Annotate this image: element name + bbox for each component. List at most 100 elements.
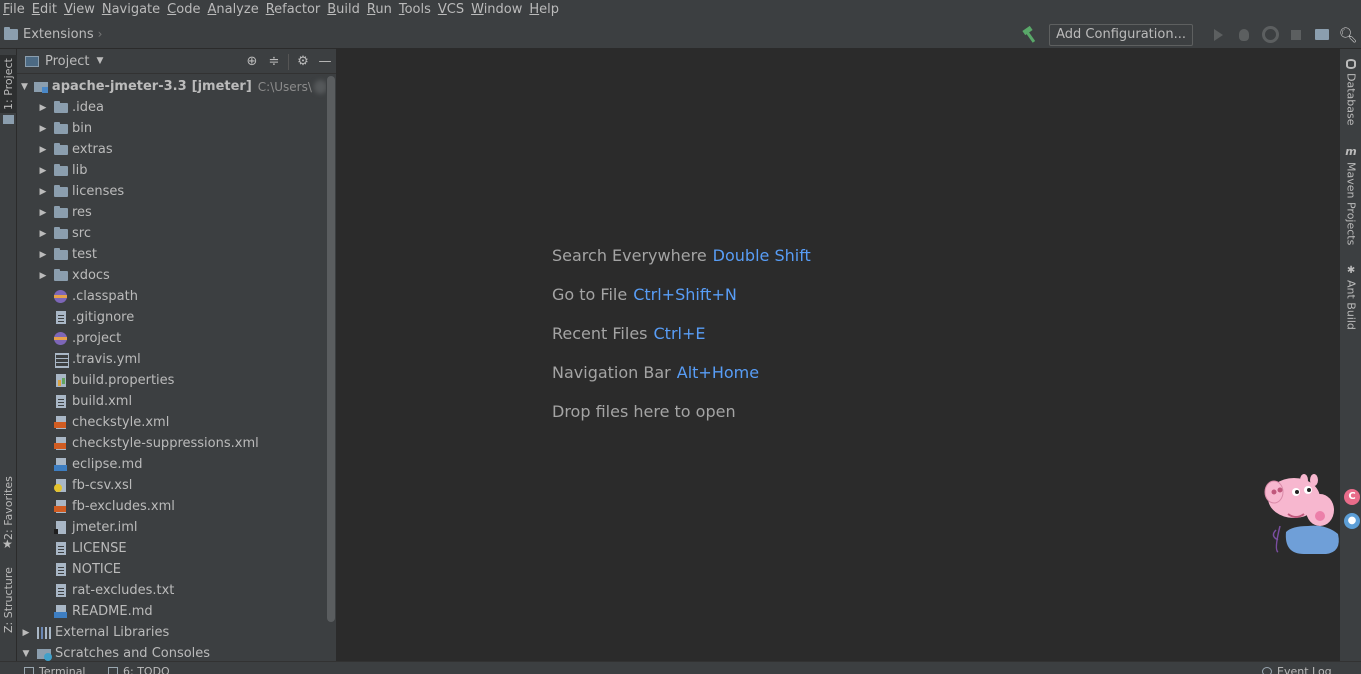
markdown-file-icon xyxy=(54,458,68,471)
stop-icon[interactable] xyxy=(1283,25,1309,45)
shirt-badge-icon[interactable]: ● xyxy=(1344,513,1360,529)
menu-window[interactable]: Window xyxy=(468,1,526,19)
menu-analyze[interactable]: Analyze xyxy=(204,1,262,19)
folder-icon xyxy=(54,101,68,114)
expand-arrow-icon[interactable]: ▼ xyxy=(21,82,28,92)
tree-scrollbar[interactable] xyxy=(326,76,336,661)
eclipse-file-icon xyxy=(54,332,68,345)
tree-folder[interactable]: ▶ licenses xyxy=(17,181,327,202)
collapse-arrow-icon[interactable]: ▶ xyxy=(38,187,48,197)
menu-tools[interactable]: Tools xyxy=(396,1,435,19)
module-folder-icon xyxy=(33,80,48,93)
file-label: README.md xyxy=(72,604,153,619)
left-tool-strip: 1: Project 2: Favorites ★ Z: Structure xyxy=(0,49,17,661)
collapse-arrow-icon[interactable]: ▶ xyxy=(38,271,48,281)
collapse-arrow-icon[interactable]: ▶ xyxy=(38,250,48,260)
tree-folder[interactable]: ▶ bin xyxy=(17,118,327,139)
tree-file[interactable]: rat-excludes.txt xyxy=(17,580,327,601)
tree-file[interactable]: build.properties xyxy=(17,370,327,391)
collapse-arrow-icon[interactable]: ▶ xyxy=(38,229,48,239)
panel-title[interactable]: Project xyxy=(45,54,89,69)
tree-file[interactable]: .classpath xyxy=(17,286,327,307)
menu-file[interactable]: File xyxy=(0,1,29,19)
collapse-arrow-icon[interactable]: ▶ xyxy=(38,124,48,134)
file-label: .project xyxy=(72,331,122,346)
tab-maven-projects[interactable]: m Maven Projects xyxy=(1342,145,1360,249)
collapse-arrow-icon[interactable]: ▶ xyxy=(38,103,48,113)
menu-bar: File Edit View Navigate Code Analyze Ref… xyxy=(0,0,1361,20)
tree-file[interactable]: build.xml xyxy=(17,391,327,412)
build-hammer-icon[interactable] xyxy=(1021,26,1039,44)
tree-folder[interactable]: ▶ .idea xyxy=(17,97,327,118)
yml-file-icon xyxy=(54,353,69,368)
hide-icon[interactable]: — xyxy=(314,54,336,69)
add-configuration-button[interactable]: Add Configuration... xyxy=(1049,23,1193,46)
scrollbar-thumb[interactable] xyxy=(327,76,335,622)
notification-badge-icon[interactable]: C xyxy=(1344,489,1360,505)
tree-file[interactable]: fb-excludes.xml xyxy=(17,496,327,517)
breadcrumb[interactable]: Extensions › xyxy=(4,26,102,42)
tree-root[interactable]: ▼ apache-jmeter-3.3 [jmeter] C:\Users\ xyxy=(17,76,327,97)
tab-terminal[interactable]: Terminal xyxy=(24,665,86,674)
search-icon[interactable]: 🔍︎ xyxy=(1335,25,1361,45)
menu-navigate[interactable]: Navigate xyxy=(99,1,164,19)
tree-file[interactable]: README.md xyxy=(17,601,327,622)
hint-shortcut: Double Shift xyxy=(712,246,811,265)
debug-icon[interactable] xyxy=(1231,25,1257,45)
tree-file[interactable]: .gitignore xyxy=(17,307,327,328)
tab-ant-build[interactable]: ✱ Ant Build xyxy=(1342,265,1360,337)
file-label: LICENSE xyxy=(72,541,127,556)
expand-arrow-icon[interactable]: ▼ xyxy=(21,649,31,659)
menu-refactor[interactable]: Refactor xyxy=(263,1,325,19)
menu-help[interactable]: Help xyxy=(526,1,563,19)
menu-run[interactable]: Run xyxy=(364,1,396,19)
tab-todo[interactable]: 6: TODO xyxy=(108,665,170,674)
collapse-arrow-icon[interactable]: ▶ xyxy=(38,145,48,155)
folder-label: extras xyxy=(72,142,113,157)
tab-project[interactable]: 1: Project xyxy=(0,55,17,113)
tree-file[interactable]: jmeter.iml xyxy=(17,517,327,538)
menu-code[interactable]: Code xyxy=(164,1,204,19)
xml-file-icon xyxy=(54,416,68,429)
tab-database[interactable]: Database xyxy=(1342,59,1360,139)
folder-icon xyxy=(54,122,68,135)
tree-file[interactable]: checkstyle-suppressions.xml xyxy=(17,433,327,454)
tree-file[interactable]: checkstyle.xml xyxy=(17,412,327,433)
folder-icon xyxy=(3,115,14,124)
menu-view[interactable]: View xyxy=(61,1,99,19)
menu-build[interactable]: Build xyxy=(324,1,364,19)
scroll-from-source-icon[interactable]: ⊕ xyxy=(241,54,263,69)
tree-folder[interactable]: ▶ test xyxy=(17,244,327,265)
menu-edit[interactable]: Edit xyxy=(29,1,61,19)
tab-event-log[interactable]: Event Log xyxy=(1262,665,1332,674)
menu-vcs[interactable]: VCS xyxy=(435,1,468,19)
tree-folder[interactable]: ▶ lib xyxy=(17,160,327,181)
xsl-file-icon xyxy=(54,479,68,492)
collapse-arrow-icon[interactable]: ▶ xyxy=(21,628,31,638)
tree-file[interactable]: .travis.yml xyxy=(17,349,327,370)
tree-file[interactable]: LICENSE xyxy=(17,538,327,559)
project-structure-icon[interactable] xyxy=(1309,25,1335,45)
tree-folder[interactable]: ▶ xdocs xyxy=(17,265,327,286)
tree-file[interactable]: eclipse.md xyxy=(17,454,327,475)
run-icon[interactable] xyxy=(1205,25,1231,45)
chevron-down-icon[interactable]: ▼ xyxy=(96,56,103,66)
tree-file[interactable]: .project xyxy=(17,328,327,349)
collapse-arrow-icon[interactable]: ▶ xyxy=(38,166,48,176)
tab-favorites[interactable]: 2: Favorites xyxy=(0,469,17,547)
tree-file[interactable]: fb-csv.xsl xyxy=(17,475,327,496)
editor-empty-area[interactable]: Search Everywhere Double Shift Go to File… xyxy=(338,49,1339,661)
tree-external-libraries[interactable]: ▶ External Libraries xyxy=(17,622,327,643)
tab-structure[interactable]: Z: Structure xyxy=(0,565,17,635)
collapse-arrow-icon[interactable]: ▶ xyxy=(38,208,48,218)
collapse-all-icon[interactable]: ≑ xyxy=(263,54,285,69)
text-file-icon xyxy=(54,563,68,576)
gear-icon[interactable]: ⚙ xyxy=(292,54,314,69)
tree-folder[interactable]: ▶ extras xyxy=(17,139,327,160)
tree-folder[interactable]: ▶ res xyxy=(17,202,327,223)
tree-folder[interactable]: ▶ src xyxy=(17,223,327,244)
tree-scratches[interactable]: ▼ Scratches and Consoles xyxy=(17,643,327,661)
xml-file-icon xyxy=(54,437,68,450)
coverage-icon[interactable] xyxy=(1257,25,1283,45)
tree-file[interactable]: NOTICE xyxy=(17,559,327,580)
